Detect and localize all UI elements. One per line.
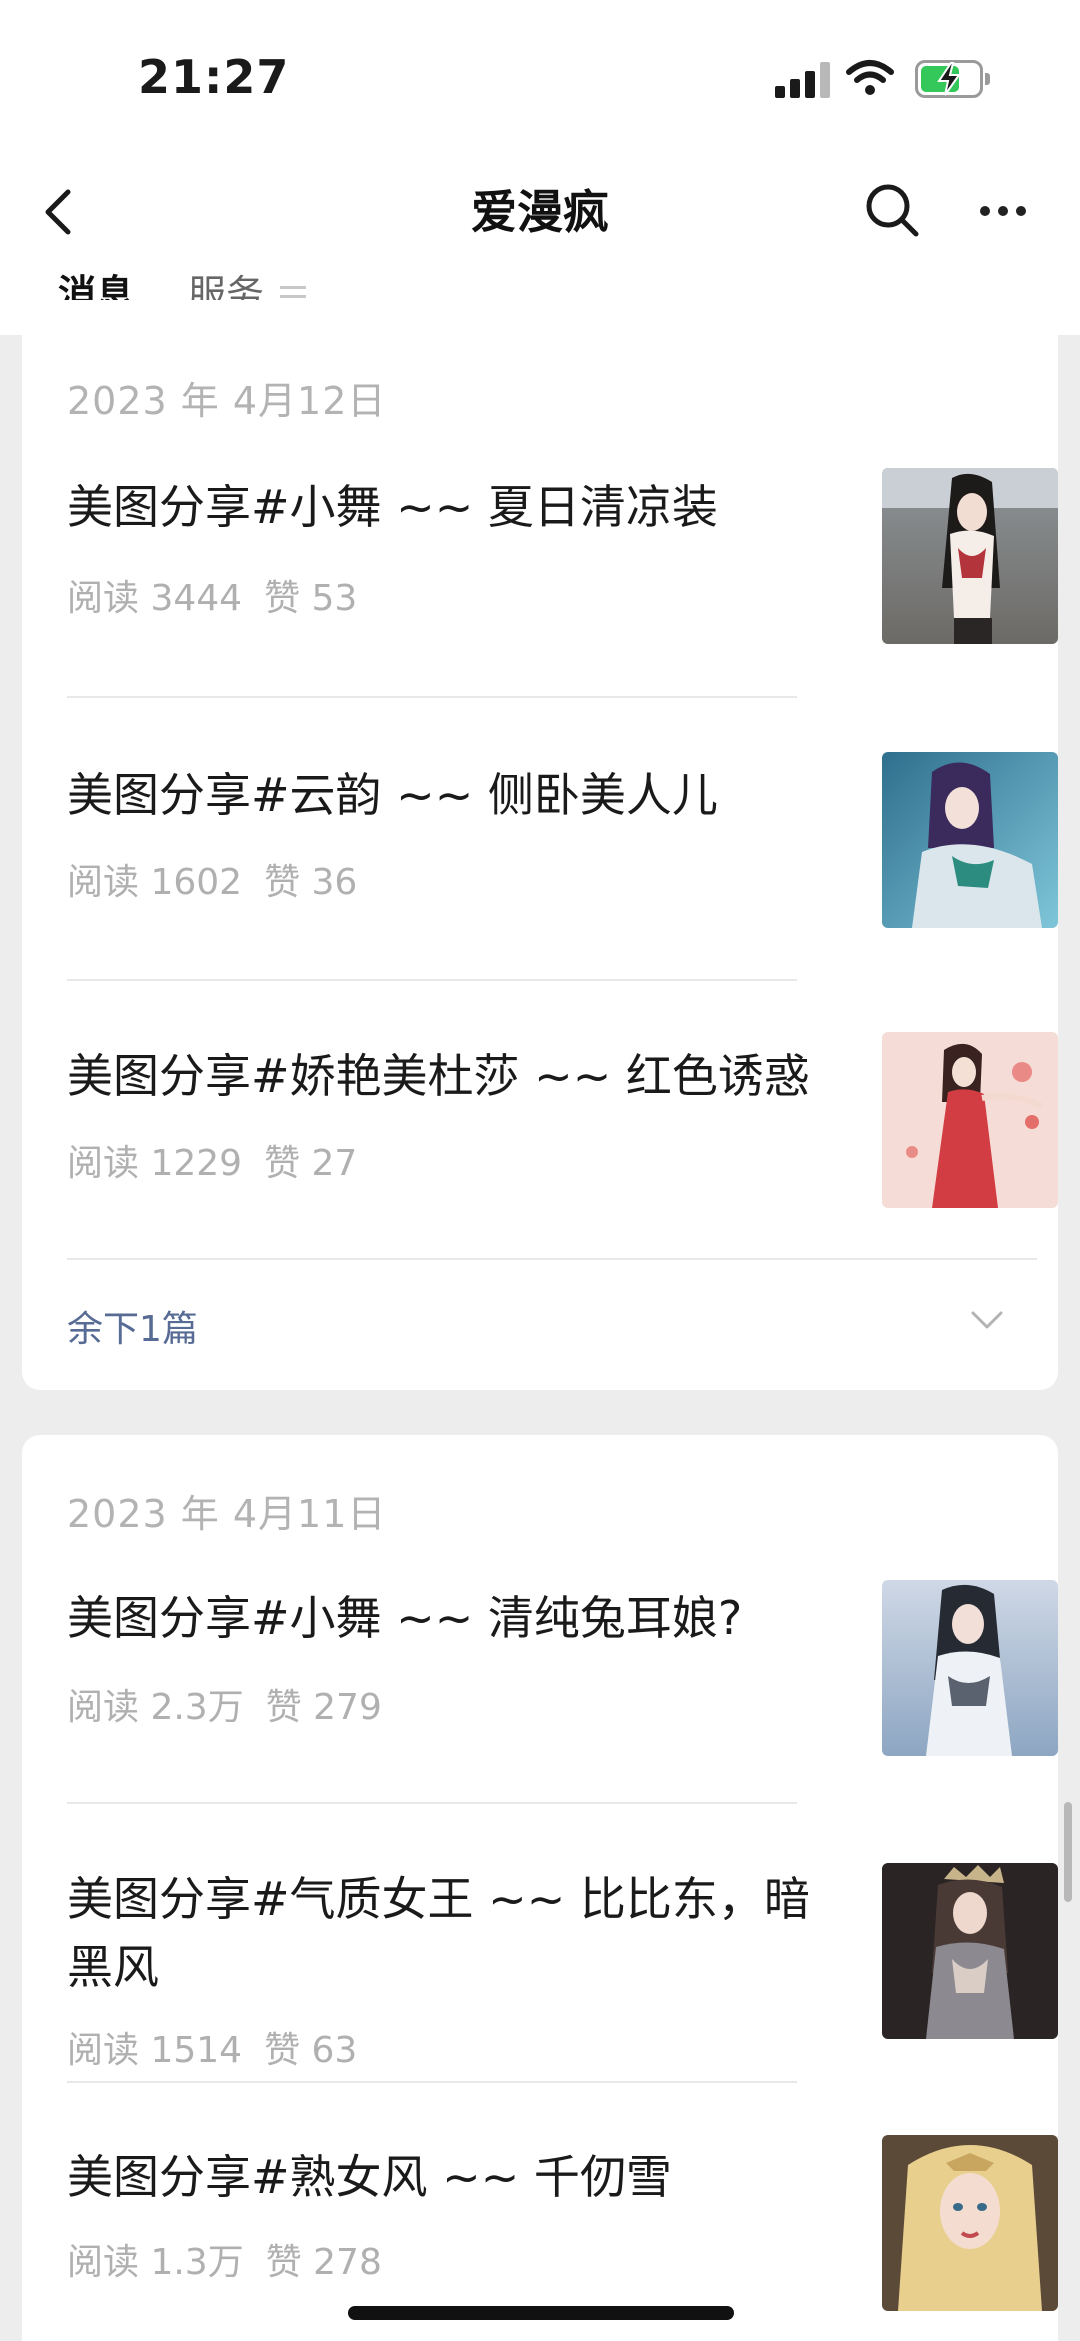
article-title: 美图分享#小舞 ~~ 夏日清凉装 (67, 480, 718, 534)
article-title: 美图分享#熟女风 ~~ 千仞雪 (67, 2150, 672, 2204)
status-bar: 21:27 (0, 0, 1080, 150)
article-meta: 阅读 1229 赞 27 (67, 1134, 357, 1186)
article-thumbnail (882, 1580, 1058, 1756)
article-item[interactable]: 美图分享#小舞 ~~ 清纯兔耳娘? 阅读 2.3万赞 279 (67, 1580, 1058, 1810)
page-title: 爱漫疯 (471, 185, 609, 239)
article-meta: 阅读 1.3万赞 278 (67, 2233, 382, 2285)
article-thumbnail (882, 2135, 1058, 2311)
message-card: 2023 年 4月12日 美图分享#小舞 ~~ 夏日清凉装 阅读 3444 赞 5… (22, 300, 1058, 1390)
article-item[interactable]: 美图分享#娇艳美杜莎 ~~ 红色诱惑 阅读 1229 赞 27 (67, 1028, 1058, 1258)
wifi-icon (846, 60, 894, 95)
message-card: 2023 年 4月11日 美图分享#小舞 ~~ 清纯兔耳娘? 阅读 2.3万赞 … (22, 1435, 1058, 2341)
divider (67, 979, 797, 981)
article-meta: 阅读 1514 赞 63 (67, 2021, 357, 2073)
screen: 21:27 爱漫疯 消息 服务 2023 年 4月12日 美图分享#小舞 ~~ … (0, 0, 1080, 2341)
divider (67, 1258, 1037, 1260)
search-icon[interactable] (860, 178, 926, 244)
read-count: 阅读 2.3万 (67, 1687, 244, 1728)
scrollbar[interactable] (1064, 1802, 1072, 1902)
like-count: 赞 53 (264, 578, 358, 619)
divider (67, 696, 797, 698)
article-item[interactable]: 美图分享#云韵 ~~ 侧卧美人儿 阅读 1602 赞 36 (67, 747, 1058, 977)
article-thumbnail (882, 468, 1058, 644)
like-count: 赞 63 (264, 2030, 358, 2071)
like-count: 赞 278 (265, 2242, 382, 2283)
signal-icon (775, 60, 831, 98)
article-meta: 阅读 3444 赞 53 (67, 569, 357, 621)
article-title: 美图分享#云韵 ~~ 侧卧美人儿 (67, 768, 718, 822)
date-label: 2023 年 4月11日 (67, 1492, 387, 1536)
home-indicator[interactable] (348, 2306, 734, 2320)
article-thumbnail (882, 1032, 1058, 1208)
like-count: 赞 27 (264, 1143, 358, 1184)
article-thumbnail (882, 1863, 1058, 2039)
article-meta: 阅读 1602 赞 36 (67, 853, 357, 905)
read-count: 阅读 1.3万 (67, 2242, 244, 2283)
back-button[interactable] (30, 180, 90, 244)
read-count: 阅读 1229 (67, 1143, 243, 1184)
article-thumbnail (882, 752, 1058, 928)
like-count: 赞 36 (264, 862, 358, 903)
article-item[interactable]: 美图分享#小舞 ~~ 夏日清凉装 阅读 3444 赞 53 (67, 465, 1058, 695)
read-count: 阅读 1602 (67, 862, 243, 903)
article-title: 美图分享#小舞 ~~ 清纯兔耳娘? (67, 1591, 743, 1645)
chevron-down-icon[interactable] (967, 1305, 1007, 1335)
article-title: 美图分享#娇艳美杜莎 ~~ 红色诱惑 (67, 1049, 810, 1103)
divider (67, 2081, 797, 2083)
like-count: 赞 279 (265, 1687, 382, 1728)
read-count: 阅读 3444 (67, 578, 243, 619)
article-title: 美图分享#气质女王 ~~ 比比东，暗黑风 (67, 1872, 810, 1994)
status-time: 21:27 (138, 50, 290, 104)
article-item[interactable]: 美图分享#气质女王 ~~ 比比东，暗黑风 阅读 1514 赞 63 (67, 1855, 1058, 2085)
remaining-articles-link[interactable]: 余下1篇 (67, 1300, 198, 1352)
more-icon[interactable] (968, 186, 1038, 236)
read-count: 阅读 1514 (67, 2030, 243, 2071)
date-label: 2023 年 4月12日 (67, 379, 387, 423)
divider (67, 1802, 797, 1804)
battery-icon (915, 60, 991, 98)
article-meta: 阅读 2.3万赞 279 (67, 1678, 382, 1730)
